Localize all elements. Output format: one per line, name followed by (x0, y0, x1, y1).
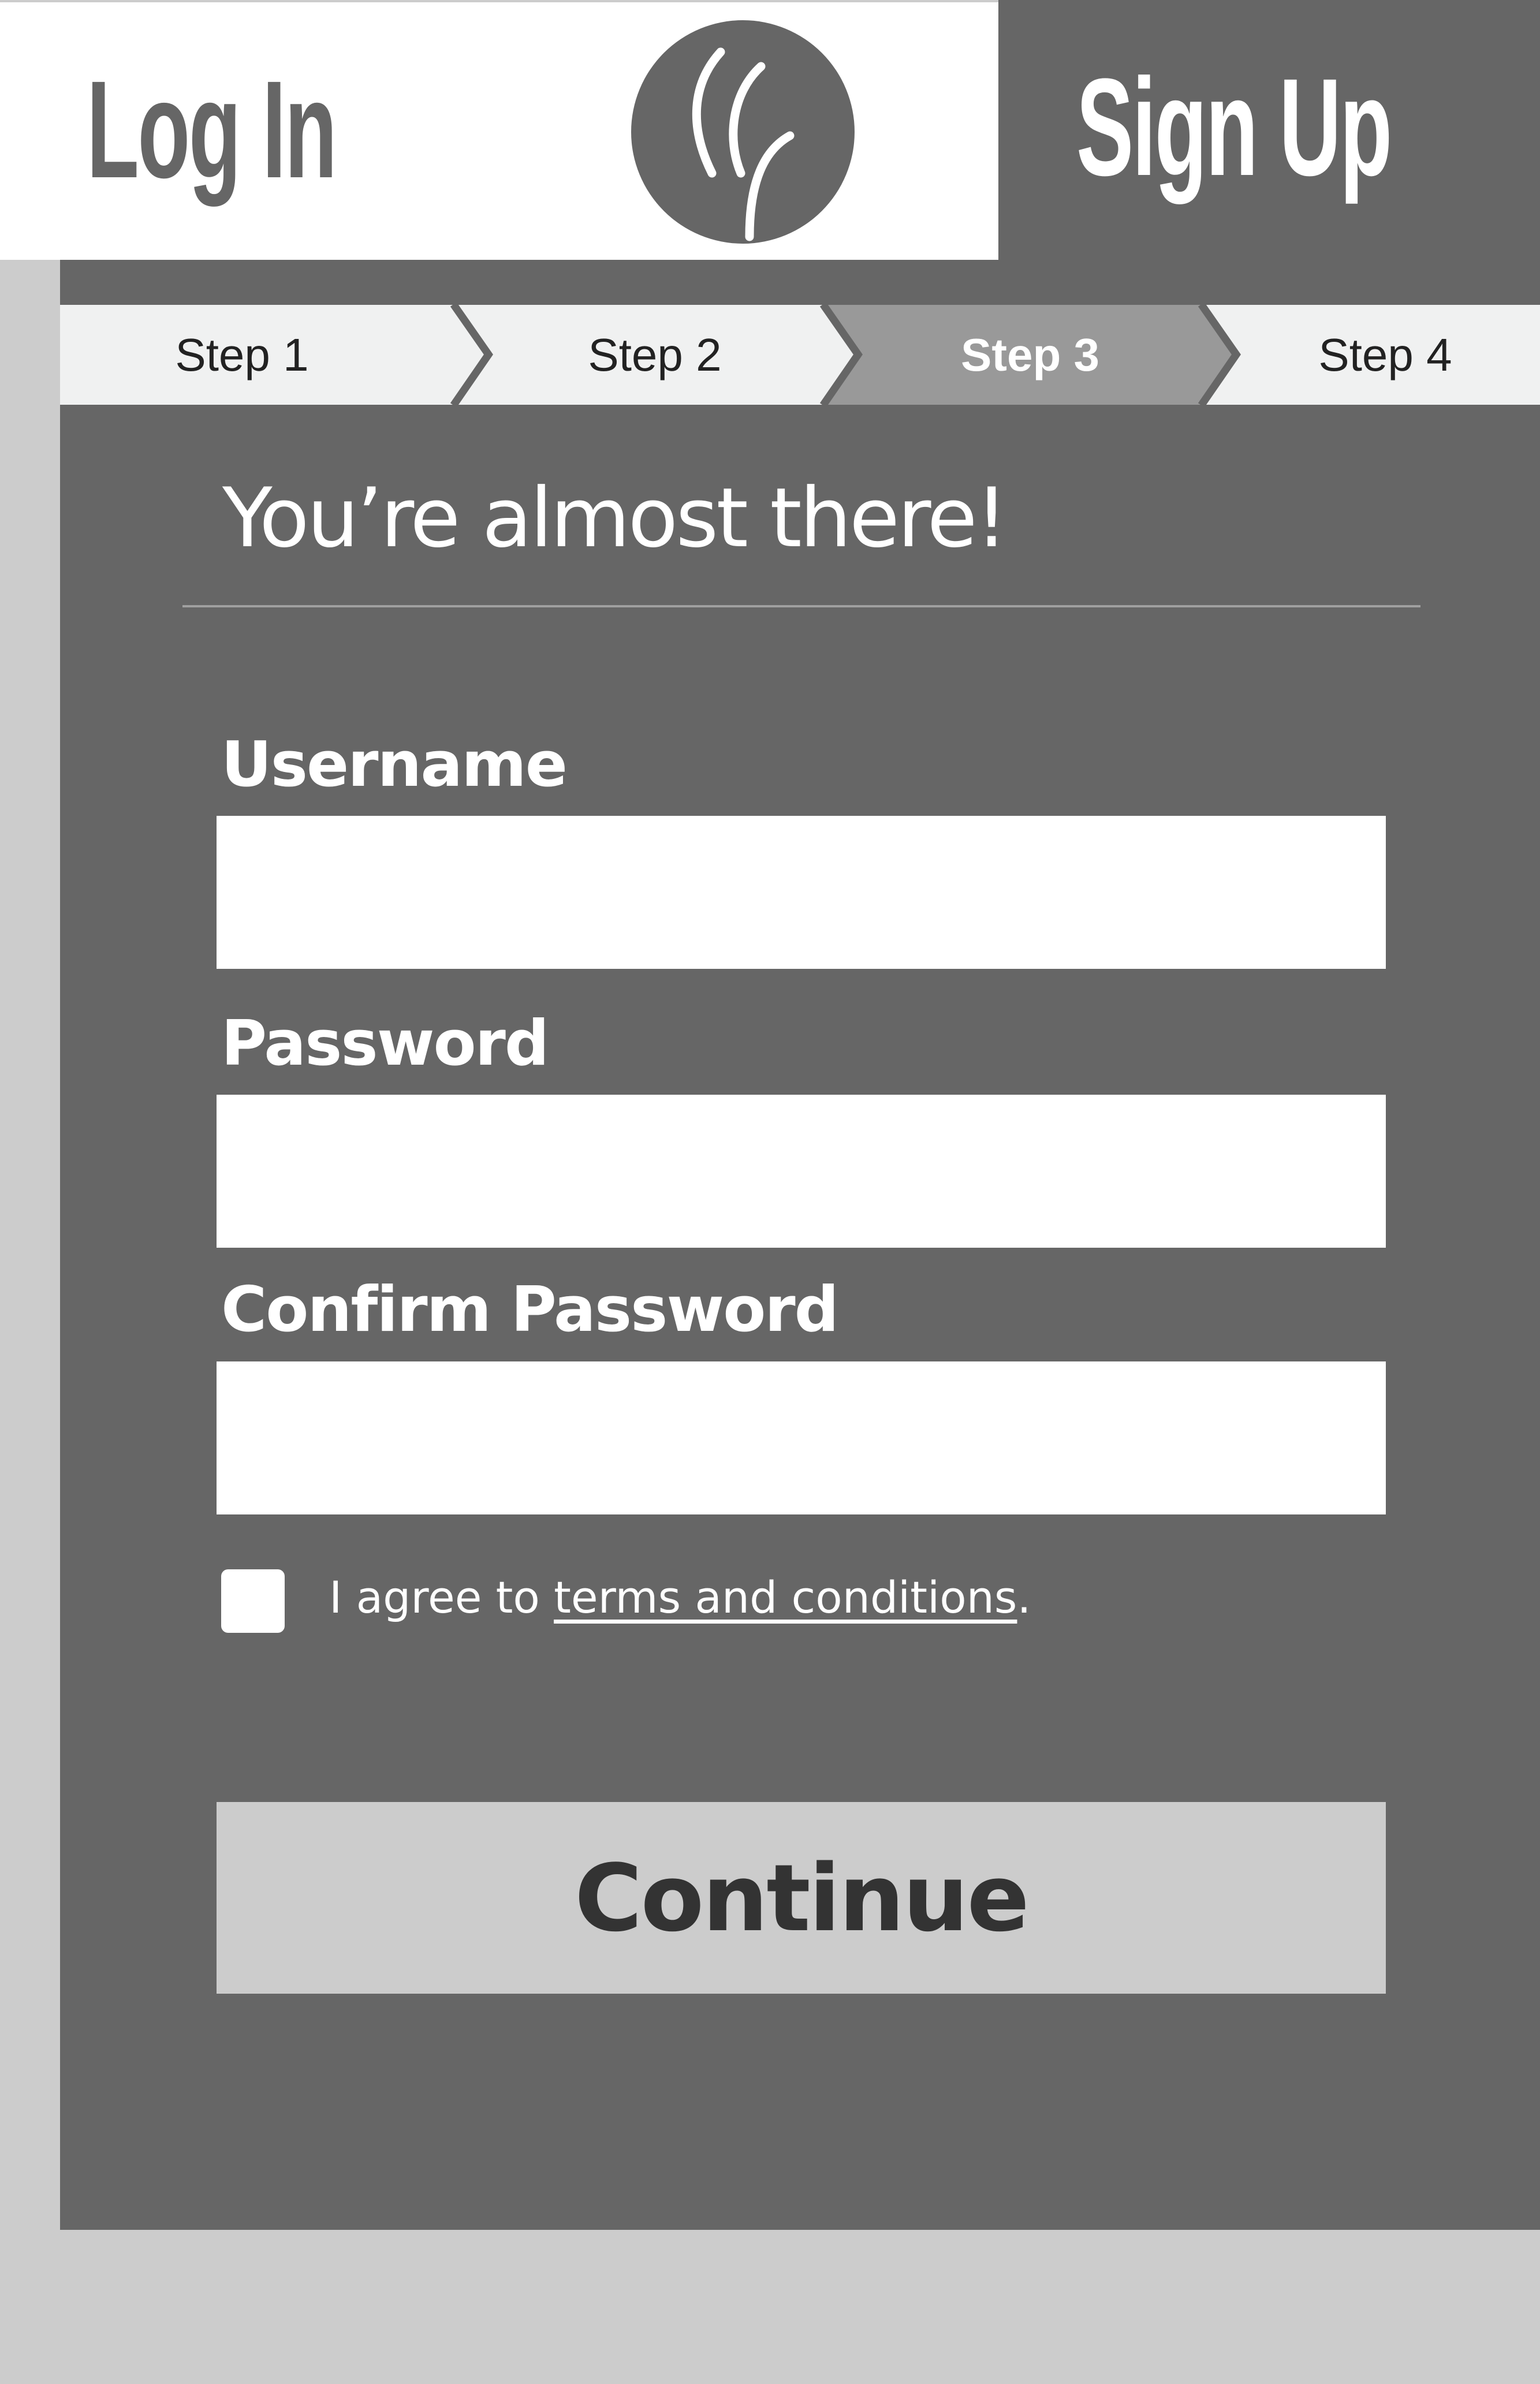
password-label: Password (221, 1008, 549, 1080)
password-input[interactable] (217, 1095, 1386, 1248)
step-4: Step 4 (1318, 329, 1452, 380)
step-1: Step 1 (175, 329, 309, 380)
step-3: Step 3 (960, 329, 1100, 380)
username-input[interactable] (217, 816, 1386, 969)
confirm-password-input[interactable] (217, 1361, 1386, 1514)
signup-tab-label: Sign Up (1076, 50, 1392, 204)
step-2: Step 2 (588, 329, 722, 380)
continue-button[interactable]: Continue (217, 1802, 1386, 1994)
terms-suffix: . (1017, 1572, 1031, 1623)
confirm-password-label: Confirm Password (221, 1274, 839, 1346)
terms-checkbox[interactable] (221, 1569, 285, 1633)
terms-prefix: I agree to (329, 1572, 554, 1623)
terms-link[interactable]: terms and conditions (554, 1572, 1017, 1623)
leaf-logo-icon (631, 20, 855, 244)
login-tab-label: Log In (87, 52, 337, 207)
terms-agreement: I agree to terms and conditions. (329, 1572, 1031, 1623)
step-indicator: Step 1 Step 2 Step 3 Step 4 (60, 305, 1540, 405)
username-label: Username (221, 729, 568, 801)
heading-divider (182, 605, 1420, 607)
signup-tab[interactable]: Sign Up (998, 0, 1540, 260)
page-title: You’re almost there! (222, 471, 1008, 566)
